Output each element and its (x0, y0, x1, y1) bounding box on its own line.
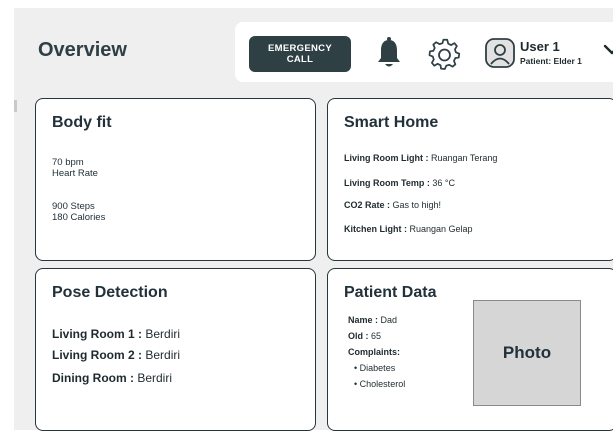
patient-age-value: 65 (371, 331, 382, 341)
bullet-icon: • (354, 379, 358, 389)
heart-rate-label: Heart Rate (52, 168, 98, 179)
body-fit-title: Body fit (52, 114, 112, 131)
living-room-light-value: Ruangan Terang (431, 153, 498, 163)
living-room-temp-value: 36 °C (432, 178, 455, 188)
user-menu[interactable]: User 1 Patient: Elder 1 (485, 38, 613, 70)
living-room-2-value: Berdiri (145, 348, 181, 362)
patient-name-row: Name : Dad (348, 315, 397, 325)
pose-detection-card[interactable]: Pose Detection Living Room 1 : Berdiri L… (35, 268, 316, 431)
living-room-1-row: Living Room 1 : Berdiri (52, 327, 180, 341)
patient-name-label: Name : (348, 315, 379, 325)
complaint-item: • Cholesterol (354, 379, 405, 389)
bullet-icon: • (354, 363, 358, 373)
body-fit-card[interactable]: Body fit 70 bpm Heart Rate 900 Steps 180… (35, 98, 316, 261)
side-marker (14, 100, 17, 112)
living-room-light-row: Living Room Light : Ruangan Terang (344, 153, 497, 163)
complaint-text: Cholesterol (359, 379, 406, 389)
emergency-call-button[interactable]: EMERGENCY CALL (249, 36, 351, 72)
patient-data-title: Patient Data (344, 284, 437, 301)
patient-photo[interactable]: Photo (473, 300, 581, 406)
dining-room-row: Dining Room : Berdiri (52, 371, 172, 385)
dining-room-label: Dining Room : (52, 371, 134, 385)
bell-icon[interactable] (375, 36, 403, 72)
complaints-label: Complaints: (348, 347, 401, 357)
gear-icon[interactable] (428, 36, 462, 72)
kitchen-light-value: Ruangan Gelap (409, 224, 473, 234)
smart-home-title: Smart Home (344, 114, 439, 131)
photo-label: Photo (502, 343, 552, 362)
patient-label: Patient: Elder 1 (520, 56, 582, 66)
co2-rate-label: CO2 Rate : (344, 200, 391, 210)
living-room-temp-label: Living Room Temp : (344, 178, 430, 188)
living-room-temp-row: Living Room Temp : 36 °C (344, 178, 455, 188)
dashboard-canvas: Overview EMERGENCY CALL User 1 Patient: … (14, 8, 613, 431)
top-bar: EMERGENCY CALL User 1 Patient: Elder 1 (235, 22, 613, 82)
smart-home-card[interactable]: Smart Home Living Room Light : Ruangan T… (327, 98, 613, 261)
dining-room-value: Berdiri (137, 371, 173, 385)
chevron-down-icon[interactable] (602, 42, 613, 58)
living-room-light-label: Living Room Light : (344, 153, 429, 163)
complaint-item: • Diabetes (354, 363, 395, 373)
emergency-label-line1: EMERGENCY (268, 43, 332, 54)
living-room-2-label: Living Room 2 : (52, 348, 142, 362)
page-title: Overview (38, 39, 127, 61)
complaint-text: Diabetes (359, 363, 396, 373)
user-name: User 1 (520, 39, 560, 54)
pose-detection-title: Pose Detection (52, 284, 168, 301)
kitchen-light-row: Kitchen Light : Ruangan Gelap (344, 224, 473, 234)
emergency-label-line2: CALL (286, 54, 314, 65)
living-room-1-value: Berdiri (145, 327, 181, 341)
patient-age-label: Old : (348, 331, 369, 341)
patient-data-card[interactable]: Patient Data Name : Dad Old : 65 Complai… (327, 268, 613, 431)
kitchen-light-label: Kitchen Light : (344, 224, 407, 234)
heart-rate-value: 70 bpm (52, 157, 84, 168)
co2-rate-value: Gas to high! (392, 200, 442, 210)
co2-rate-row: CO2 Rate : Gas to high! (344, 200, 441, 210)
living-room-1-label: Living Room 1 : (52, 327, 142, 341)
complaints-row: Complaints: (348, 347, 400, 357)
patient-name-value: Dad (380, 315, 398, 325)
user-avatar-icon[interactable] (485, 38, 515, 68)
living-room-2-row: Living Room 2 : Berdiri (52, 348, 180, 362)
patient-age-row: Old : 65 (348, 331, 381, 341)
calories-value: 180 Calories (52, 212, 106, 223)
steps-value: 900 Steps (52, 201, 95, 212)
